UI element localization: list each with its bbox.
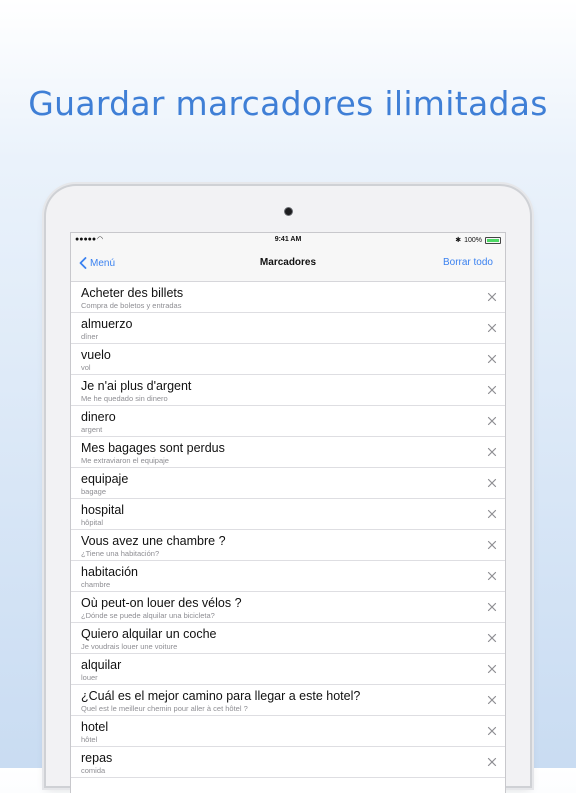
bookmark-phrase: Où peut-on louer des vélos ? xyxy=(81,596,242,610)
list-item[interactable]: hospital hôpital xyxy=(71,499,505,530)
bookmark-translation: comida xyxy=(81,766,106,775)
bookmark-translation: chambre xyxy=(81,580,111,589)
close-icon[interactable] xyxy=(487,571,497,581)
bookmark-phrase: Acheter des billets xyxy=(81,286,184,300)
close-icon[interactable] xyxy=(487,664,497,674)
bookmark-translation: ¿Tiene una habitación? xyxy=(81,549,160,558)
bookmark-phrase: alquilar xyxy=(81,658,122,672)
close-icon[interactable] xyxy=(487,540,497,550)
close-icon[interactable] xyxy=(487,695,497,705)
bookmark-phrase: repas xyxy=(81,751,113,765)
status-time: 9:41 AM xyxy=(274,236,302,243)
bookmark-phrase: hospital xyxy=(81,503,125,517)
bookmark-translation: Compra de boletos y entradas xyxy=(81,301,182,310)
camera xyxy=(285,208,292,215)
close-icon[interactable] xyxy=(487,447,497,457)
bookmark-translation: hôpital xyxy=(81,518,104,527)
bookmark-translation: bagage xyxy=(81,487,107,496)
bookmark-phrase: Mes bagages sont perdus xyxy=(81,441,225,455)
bookmark-translation: vol xyxy=(81,363,91,372)
close-icon[interactable] xyxy=(487,509,497,519)
page-title: Marcadores xyxy=(259,257,317,268)
bookmark-phrase: equipaje xyxy=(81,472,129,486)
close-icon[interactable] xyxy=(487,633,497,643)
list-item[interactable]: ¿Cuál es el mejor camino para llegar a e… xyxy=(71,685,505,716)
bookmark-phrase: Vous avez une chambre ? xyxy=(81,534,226,548)
close-icon[interactable] xyxy=(487,478,497,488)
bookmark-phrase: almuerzo xyxy=(81,317,133,331)
bookmark-translation: Me extraviaron el equipaje xyxy=(81,456,169,465)
battery-level xyxy=(487,238,499,242)
tablet-frame: ●●●●● ◠ 9:41 AM ✱ 100% Menú Marcadores B… xyxy=(46,186,530,793)
list-item[interactable]: vuelo vol xyxy=(71,344,505,375)
bookmark-phrase: hotel xyxy=(81,720,109,734)
list-item[interactable]: repas comida xyxy=(71,747,505,778)
close-icon[interactable] xyxy=(487,726,497,736)
bookmark-translation: hôtel xyxy=(81,735,98,744)
list-item[interactable]: Vous avez une chambre ? ¿Tiene una habita… xyxy=(71,530,505,561)
close-icon[interactable] xyxy=(487,602,497,612)
list-item[interactable]: equipaje bagage xyxy=(71,468,505,499)
bookmark-phrase: Je n'ai plus d'argent xyxy=(81,379,192,393)
clear-all-button[interactable]: Borrar todo xyxy=(443,257,493,268)
list-item[interactable]: hotel hôtel xyxy=(71,716,505,747)
close-icon[interactable] xyxy=(487,757,497,767)
list-item[interactable]: Acheter des billets Compra de boletos y e… xyxy=(71,282,505,313)
status-bar: ●●●●● ◠ 9:41 AM ✱ 100% xyxy=(71,233,505,247)
bookmark-phrase: habitación xyxy=(81,565,138,579)
close-icon[interactable] xyxy=(487,354,497,364)
bookmark-translation: argent xyxy=(81,425,103,434)
bookmark-translation: ¿Dónde se puede alquilar una bicicleta? xyxy=(81,611,215,620)
close-icon[interactable] xyxy=(487,385,497,395)
app-screen: ●●●●● ◠ 9:41 AM ✱ 100% Menú Marcadores B… xyxy=(70,232,506,793)
bluetooth-icon: ✱ xyxy=(455,237,462,244)
bookmark-list: Acheter des billets Compra de boletos y e… xyxy=(71,282,505,778)
bookmark-phrase: Quiero alquilar un coche xyxy=(81,627,217,641)
list-item[interactable]: Je n'ai plus d'argent Me he quedado sin d… xyxy=(71,375,505,406)
bookmark-translation: dîner xyxy=(81,332,99,341)
list-item[interactable]: almuerzo dîner xyxy=(71,313,505,344)
bookmark-translation: Je voudrais louer une voiture xyxy=(81,642,178,651)
bookmark-translation: Quel est le meilleur chemin pour aller à… xyxy=(81,704,248,713)
bookmark-translation: Me he quedado sin dinero xyxy=(81,394,168,403)
bookmark-translation: louer xyxy=(81,673,98,682)
close-icon[interactable] xyxy=(487,292,497,302)
list-item[interactable]: Quiero alquilar un coche Je voudrais loue… xyxy=(71,623,505,654)
bookmark-phrase: ¿Cuál es el mejor camino para llegar a e… xyxy=(81,689,361,703)
headline: Guardar marcadores ilimitadas xyxy=(28,84,548,123)
list-item[interactable]: Où peut-on louer des vélos ? ¿Dónde se pu… xyxy=(71,592,505,623)
close-icon[interactable] xyxy=(487,416,497,426)
navigation-bar: Menú Marcadores Borrar todo xyxy=(71,247,505,282)
battery-icon xyxy=(485,236,501,244)
list-item[interactable]: Mes bagages sont perdus Me extraviaron el… xyxy=(71,437,505,468)
battery-percent: 100% xyxy=(464,236,482,244)
list-item[interactable]: habitación chambre xyxy=(71,561,505,592)
list-item[interactable]: dinero argent xyxy=(71,406,505,437)
close-icon[interactable] xyxy=(487,323,497,333)
bookmark-phrase: dinero xyxy=(81,410,116,424)
list-item[interactable]: alquilar louer xyxy=(71,654,505,685)
bookmark-phrase: vuelo xyxy=(81,348,111,362)
